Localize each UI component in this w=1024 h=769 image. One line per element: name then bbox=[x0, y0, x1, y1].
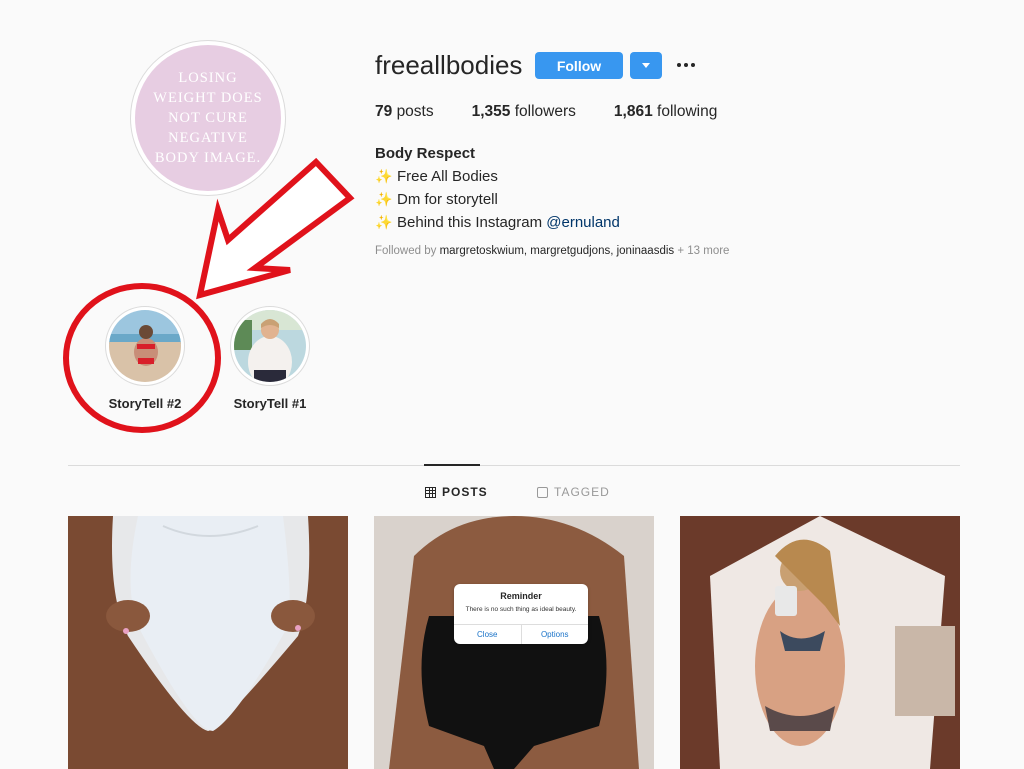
highlight-label: StoryTell #1 bbox=[233, 396, 307, 411]
post-thumbnail[interactable] bbox=[68, 516, 348, 769]
reminder-close-button: Close bbox=[477, 630, 498, 639]
post-thumbnail[interactable]: Reminder There is no such thing as ideal… bbox=[374, 516, 654, 769]
tab-tagged[interactable]: TAGGED bbox=[537, 485, 610, 499]
grid-icon bbox=[425, 486, 436, 498]
post-thumbnail[interactable] bbox=[680, 516, 960, 769]
annotation-arrow bbox=[196, 157, 355, 300]
highlight-label: StoryTell #2 bbox=[108, 396, 182, 411]
highlight-thumbnail bbox=[234, 310, 306, 382]
active-tab-indicator bbox=[424, 464, 480, 466]
highlight-ring bbox=[105, 306, 185, 386]
tag-icon bbox=[537, 486, 548, 498]
reminder-text: There is no such thing as ideal beauty. bbox=[465, 606, 577, 613]
highlight-storytell-1[interactable]: StoryTell #1 bbox=[225, 306, 315, 411]
tab-posts[interactable]: POSTS bbox=[425, 485, 488, 499]
reminder-actions: Close Options bbox=[454, 624, 588, 644]
tab-tagged-label: TAGGED bbox=[554, 485, 610, 499]
reminder-options-button: Options bbox=[520, 625, 589, 644]
highlight-thumbnail bbox=[109, 310, 181, 382]
tabs-divider bbox=[68, 465, 960, 466]
tab-posts-label: POSTS bbox=[442, 485, 488, 499]
highlight-ring bbox=[230, 306, 310, 386]
highlight-storytell-2[interactable]: StoryTell #2 bbox=[100, 306, 190, 411]
profile-page: LOSING WEIGHT DOES NOT CURE NEGATIVE BOD… bbox=[0, 0, 1024, 769]
reminder-title: Reminder bbox=[500, 591, 542, 601]
reminder-dialog: Reminder There is no such thing as ideal… bbox=[454, 584, 588, 644]
